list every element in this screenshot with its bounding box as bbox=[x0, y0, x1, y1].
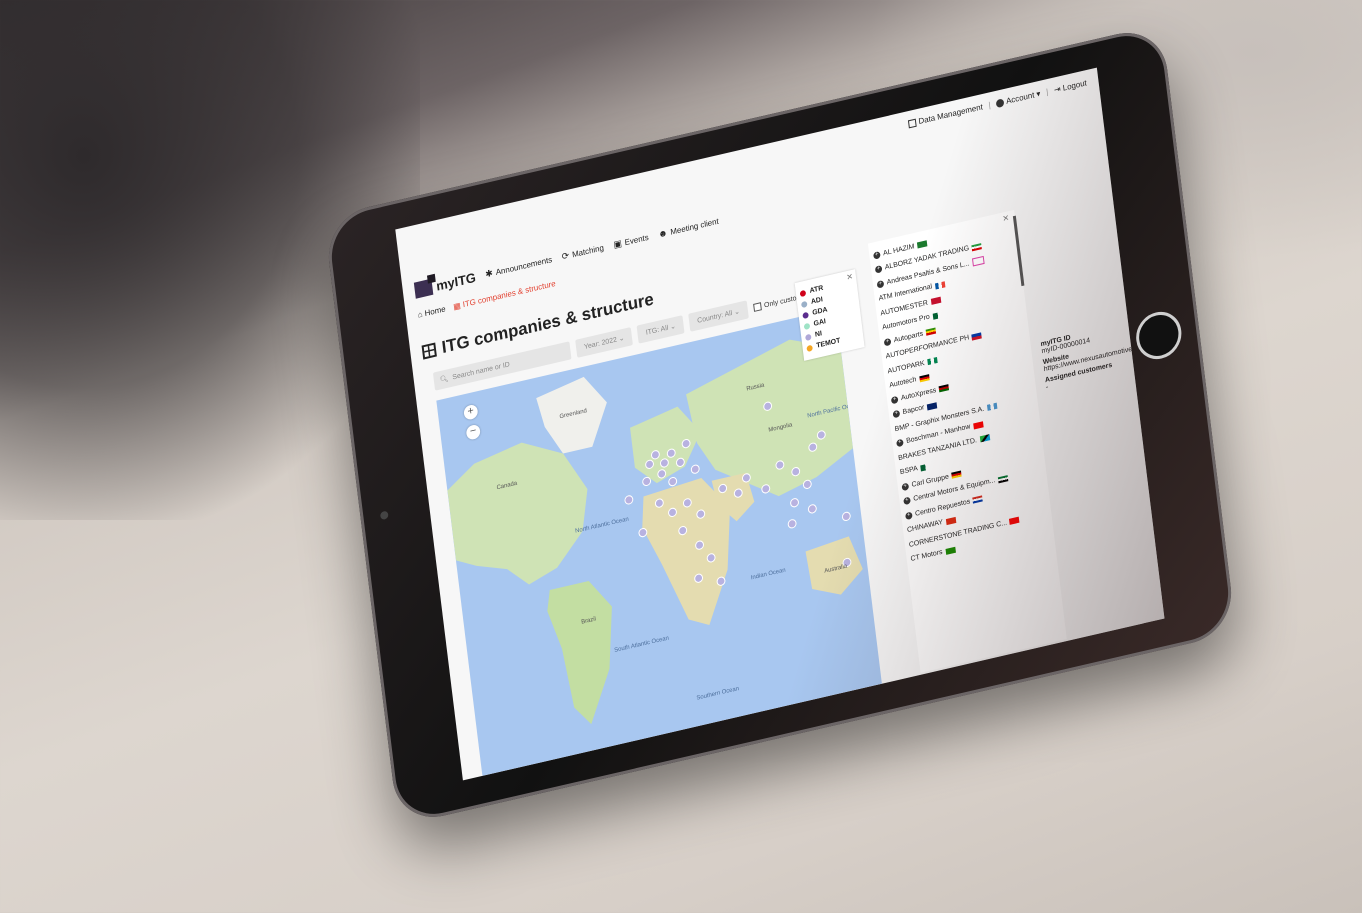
map-canvas: Greenland Russia North Atlantic Ocean So… bbox=[447, 339, 863, 725]
legend-dot bbox=[800, 300, 808, 308]
flag-zm-icon bbox=[945, 546, 956, 555]
company-marker[interactable] bbox=[638, 527, 648, 538]
chevron-down-icon: ⌄ bbox=[618, 334, 625, 344]
company-marker[interactable] bbox=[690, 464, 700, 474]
flag-cn-icon bbox=[945, 516, 957, 525]
flag-tw-icon bbox=[972, 421, 984, 430]
table-icon bbox=[421, 342, 437, 360]
expand-icon[interactable]: + bbox=[883, 337, 892, 347]
expand-icon[interactable]: + bbox=[876, 279, 885, 289]
close-icon[interactable]: ✕ bbox=[846, 272, 854, 282]
divider: | bbox=[1045, 87, 1049, 97]
breadcrumb-home[interactable]: ⌂ Home bbox=[417, 304, 446, 319]
company-marker[interactable] bbox=[787, 519, 797, 529]
tablet-screen: Data Management | Account ▾ | ⇥ Logout m… bbox=[395, 67, 1165, 781]
legend-dot bbox=[799, 289, 807, 297]
company-marker[interactable] bbox=[624, 495, 634, 505]
flag-de-icon bbox=[951, 470, 962, 479]
flag-ke-icon bbox=[938, 384, 950, 393]
expand-icon[interactable]: + bbox=[905, 511, 913, 520]
world-map[interactable]: Greenland Russia North Atlantic Ocean So… bbox=[436, 308, 882, 776]
calendar-icon: ▣ bbox=[612, 237, 623, 250]
company-marker[interactable] bbox=[807, 504, 817, 514]
people-icon: ☻ bbox=[657, 227, 669, 240]
matching-icon: ⟳ bbox=[561, 249, 570, 262]
search-icon: 🔍︎ bbox=[439, 375, 450, 385]
nav-item-events[interactable]: ▣ Events bbox=[613, 231, 649, 250]
divider: | bbox=[987, 100, 992, 110]
brand-logo[interactable]: myITG bbox=[413, 269, 477, 299]
legend-dot bbox=[806, 344, 813, 352]
logo-icon bbox=[413, 278, 434, 299]
landmass-north-america bbox=[447, 442, 588, 585]
camera-icon bbox=[379, 510, 389, 521]
brand-name: myITG bbox=[435, 269, 477, 294]
megaphone-icon: ✱ bbox=[484, 267, 494, 279]
expand-icon[interactable]: + bbox=[874, 265, 883, 274]
legend-dot bbox=[802, 311, 809, 319]
map-label-southern-ocean: Southern Ocean bbox=[696, 686, 739, 702]
nav-item-matching[interactable]: ⟳ Matching bbox=[561, 242, 604, 263]
flag-dk-icon bbox=[930, 296, 941, 306]
home-button[interactable] bbox=[1133, 307, 1185, 364]
map-label-south-atlantic: South Atlantic Ocean bbox=[614, 635, 669, 654]
flag-py-icon bbox=[972, 495, 984, 504]
landmass-south-america bbox=[547, 581, 612, 725]
expand-icon[interactable]: + bbox=[901, 482, 910, 491]
flag-de-icon bbox=[918, 373, 930, 383]
company-list: ✕ + AL HAZIM + ALBORZ YADAK TRADING + Andre… bbox=[867, 209, 1067, 673]
expand-icon[interactable]: + bbox=[890, 395, 899, 405]
flag-fr-icon bbox=[934, 281, 946, 290]
flag-tz-icon bbox=[979, 434, 990, 443]
table-icon bbox=[908, 118, 918, 129]
company-detail-panel: myITG ID myID-00000014 Website https://w… bbox=[1040, 317, 1134, 391]
main-nav: myITG ✱ Announcements ⟳ Matching ▣ Events ☻… bbox=[413, 213, 720, 299]
chevron-down-icon: ⌄ bbox=[669, 322, 677, 332]
year-select[interactable]: Year: 2022 ⌄ bbox=[575, 326, 634, 358]
expand-icon[interactable]: + bbox=[873, 250, 881, 260]
flag-au-icon bbox=[926, 401, 938, 411]
flag-gt-icon bbox=[986, 403, 998, 412]
company-marker[interactable] bbox=[668, 476, 678, 487]
company-marker[interactable] bbox=[841, 511, 851, 522]
company-marker[interactable] bbox=[642, 476, 652, 487]
flag-cy-icon bbox=[971, 256, 985, 267]
flag-ph-icon bbox=[971, 332, 983, 341]
flag-ir-icon bbox=[971, 242, 983, 252]
expand-icon[interactable]: + bbox=[896, 438, 904, 448]
company-marker[interactable] bbox=[790, 498, 799, 508]
account-icon bbox=[995, 98, 1005, 108]
flag-ng-icon bbox=[927, 357, 938, 366]
flag-dz-icon bbox=[920, 462, 931, 472]
tablet-device: Data Management | Account ▾ | ⇥ Logout m… bbox=[323, 23, 1237, 827]
expand-icon[interactable]: + bbox=[892, 410, 901, 419]
flag-dz-icon bbox=[932, 311, 943, 320]
country-select[interactable]: Country: All ⌄ bbox=[688, 300, 749, 332]
logout-link[interactable]: ⇥ Logout bbox=[1054, 78, 1088, 94]
itg-select[interactable]: ITG: All ⌄ bbox=[636, 315, 685, 344]
legend-dot bbox=[804, 333, 812, 341]
close-icon[interactable]: ✕ bbox=[1002, 213, 1010, 223]
flag-tw-icon bbox=[1009, 516, 1020, 526]
account-menu[interactable]: Account ▾ bbox=[995, 89, 1041, 108]
flag-zw-icon bbox=[925, 327, 937, 337]
map-label-indian-ocean: Indian Ocean bbox=[751, 567, 786, 581]
map-legend: ✕ ATR ADI GDA GAI NI TEMOT bbox=[794, 269, 865, 361]
zoom-in-button[interactable]: + bbox=[463, 403, 479, 421]
nav-item-announcements[interactable]: ✱ Announcements bbox=[485, 254, 553, 280]
chevron-down-icon: ⌄ bbox=[733, 308, 741, 317]
data-management-link[interactable]: Data Management bbox=[908, 102, 983, 129]
checkbox-box[interactable] bbox=[752, 302, 762, 312]
nav-item-meeting-client[interactable]: ☻ Meeting client bbox=[657, 216, 719, 240]
expand-icon[interactable]: + bbox=[903, 496, 911, 506]
flag-ae-icon bbox=[997, 474, 1009, 484]
top-bar: Data Management | Account ▾ | ⇥ Logout bbox=[908, 78, 1088, 129]
legend-dot bbox=[803, 322, 811, 330]
flag-sa-icon bbox=[916, 240, 928, 249]
